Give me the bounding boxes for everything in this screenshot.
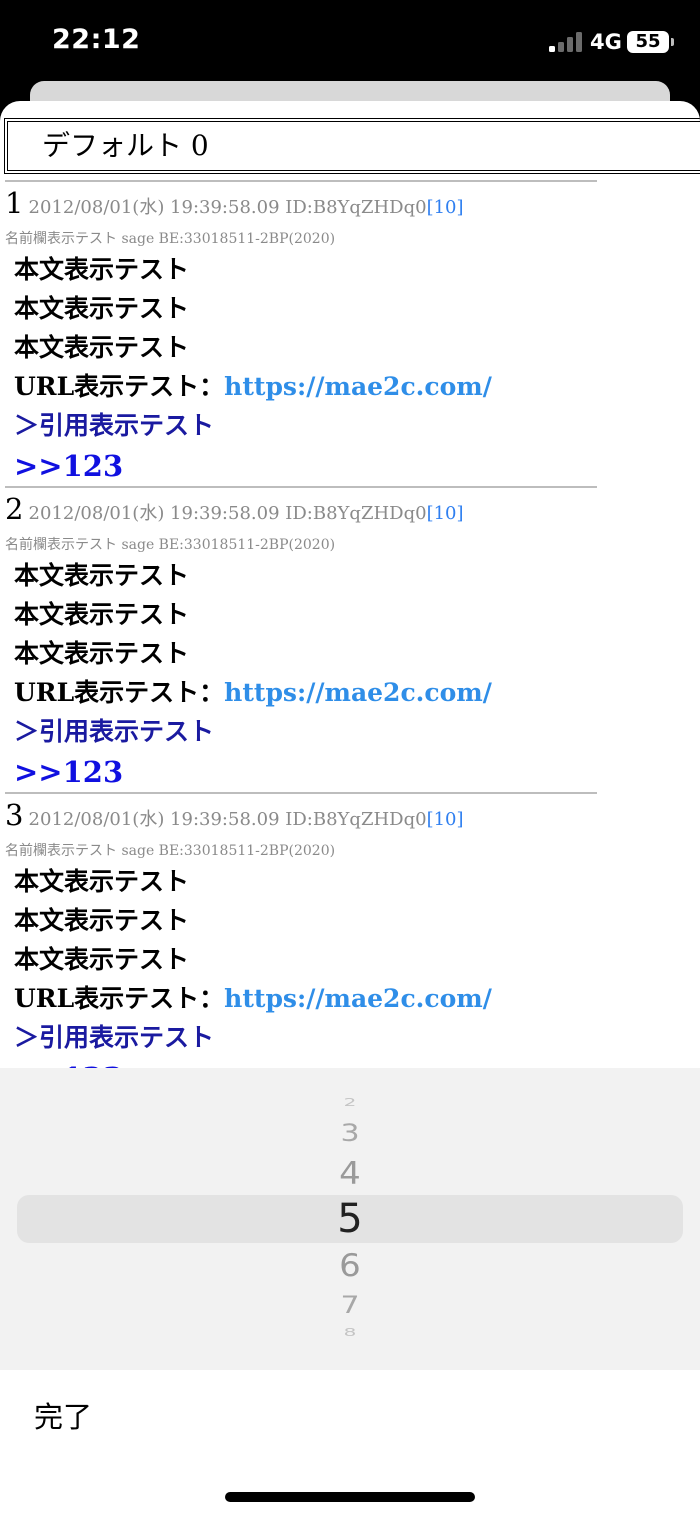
picker-option[interactable]: 8 bbox=[0, 1325, 700, 1338]
post-number[interactable]: 3 bbox=[5, 798, 23, 832]
picker-option[interactable]: 3 bbox=[0, 1120, 700, 1148]
post-url-link[interactable]: https://mae2c.com/ bbox=[224, 678, 492, 707]
post-meta: 2012/08/01(水) 19:39:58.09 ID:B8YqZHDq0 bbox=[28, 503, 427, 524]
post-meta: 2012/08/01(水) 19:39:58.09 ID:B8YqZHDq0 bbox=[28, 197, 427, 218]
post-url-line: URL表示テスト：https://mae2c.com/ bbox=[14, 979, 492, 1018]
post-body-line: 本文表示テスト bbox=[14, 561, 190, 590]
post-anchor-link[interactable]: >>123 bbox=[14, 751, 492, 793]
post-item: 3 2012/08/01(水) 19:39:58.09 ID:B8YqZHDq0… bbox=[0, 792, 700, 1098]
picker-option[interactable]: 4 bbox=[0, 1156, 700, 1193]
status-bar: 22:12 4G 55 bbox=[0, 0, 700, 88]
post-body-line: 本文表示テスト bbox=[14, 906, 190, 935]
post-item: 1 2012/08/01(水) 19:39:58.09 ID:B8YqZHDq0… bbox=[0, 180, 700, 486]
board-select[interactable]: デフォルト 0 bbox=[4, 118, 700, 174]
url-label: URL表示テスト： bbox=[14, 678, 225, 707]
post-body: 本文表示テスト 本文表示テスト 本文表示テスト URL表示テスト：https:/… bbox=[14, 250, 492, 487]
post-url-line: URL表示テスト：https://mae2c.com/ bbox=[14, 673, 492, 712]
picker-option[interactable]: 7 bbox=[0, 1292, 700, 1320]
post-body-line: 本文表示テスト bbox=[14, 333, 190, 362]
battery-icon: 55 bbox=[627, 31, 669, 53]
post-header: 1 2012/08/01(水) 19:39:58.09 ID:B8YqZHDq0… bbox=[5, 186, 464, 220]
post-id-count[interactable]: [10] bbox=[427, 197, 464, 218]
picker-toolbar: 完了 bbox=[0, 1370, 700, 1516]
post-body-line: 本文表示テスト bbox=[14, 255, 190, 284]
post-body-line: 本文表示テスト bbox=[14, 600, 190, 629]
post-divider bbox=[5, 486, 597, 488]
post-number[interactable]: 1 bbox=[5, 186, 23, 220]
url-label: URL表示テスト： bbox=[14, 372, 225, 401]
post-url-link[interactable]: https://mae2c.com/ bbox=[224, 984, 492, 1013]
post-url-link[interactable]: https://mae2c.com/ bbox=[224, 372, 492, 401]
post-divider bbox=[5, 792, 597, 794]
post-id-count[interactable]: [10] bbox=[427, 503, 464, 524]
post-header: 2 2012/08/01(水) 19:39:58.09 ID:B8YqZHDq0… bbox=[5, 492, 464, 526]
home-indicator bbox=[225, 1492, 475, 1502]
post-body: 本文表示テスト 本文表示テスト 本文表示テスト URL表示テスト：https:/… bbox=[14, 556, 492, 793]
picker-selected-option[interactable]: 5 bbox=[0, 1196, 700, 1242]
number-picker[interactable]: 2 3 4 5 6 7 8 bbox=[0, 1068, 700, 1370]
post-quote: ＞引用表示テスト bbox=[14, 717, 215, 746]
post-quote: ＞引用表示テスト bbox=[14, 1023, 215, 1052]
post-body-line: 本文表示テスト bbox=[14, 867, 190, 896]
post-number[interactable]: 2 bbox=[5, 492, 23, 526]
post-name: 名前欄表示テスト sage BE:33018511-2BP(2020) bbox=[5, 231, 336, 247]
post-list: 1 2012/08/01(水) 19:39:58.09 ID:B8YqZHDq0… bbox=[0, 180, 700, 1098]
post-anchor-link[interactable]: >>123 bbox=[14, 445, 492, 487]
post-body-line: 本文表示テスト bbox=[14, 294, 190, 323]
post-meta: 2012/08/01(水) 19:39:58.09 ID:B8YqZHDq0 bbox=[28, 809, 427, 830]
post-quote: ＞引用表示テスト bbox=[14, 411, 215, 440]
post-divider bbox=[5, 180, 597, 182]
post-url-line: URL表示テスト：https://mae2c.com/ bbox=[14, 367, 492, 406]
url-label: URL表示テスト： bbox=[14, 984, 225, 1013]
post-body: 本文表示テスト 本文表示テスト 本文表示テスト URL表示テスト：https:/… bbox=[14, 862, 492, 1099]
post-body-line: 本文表示テスト bbox=[14, 639, 190, 668]
post-body-line: 本文表示テスト bbox=[14, 945, 190, 974]
done-button[interactable]: 完了 bbox=[34, 1394, 92, 1436]
post-name: 名前欄表示テスト sage BE:33018511-2BP(2020) bbox=[5, 537, 336, 553]
picker-option[interactable]: 6 bbox=[0, 1248, 700, 1285]
post-item: 2 2012/08/01(水) 19:39:58.09 ID:B8YqZHDq0… bbox=[0, 486, 700, 792]
picker-option[interactable]: 2 bbox=[0, 1095, 700, 1108]
status-time: 22:12 bbox=[52, 24, 141, 55]
battery-tip bbox=[671, 38, 674, 46]
network-label: 4G bbox=[590, 30, 622, 54]
post-name: 名前欄表示テスト sage BE:33018511-2BP(2020) bbox=[5, 843, 336, 859]
post-header: 3 2012/08/01(水) 19:39:58.09 ID:B8YqZHDq0… bbox=[5, 798, 464, 832]
post-id-count[interactable]: [10] bbox=[427, 809, 464, 830]
signal-icon bbox=[549, 32, 583, 52]
